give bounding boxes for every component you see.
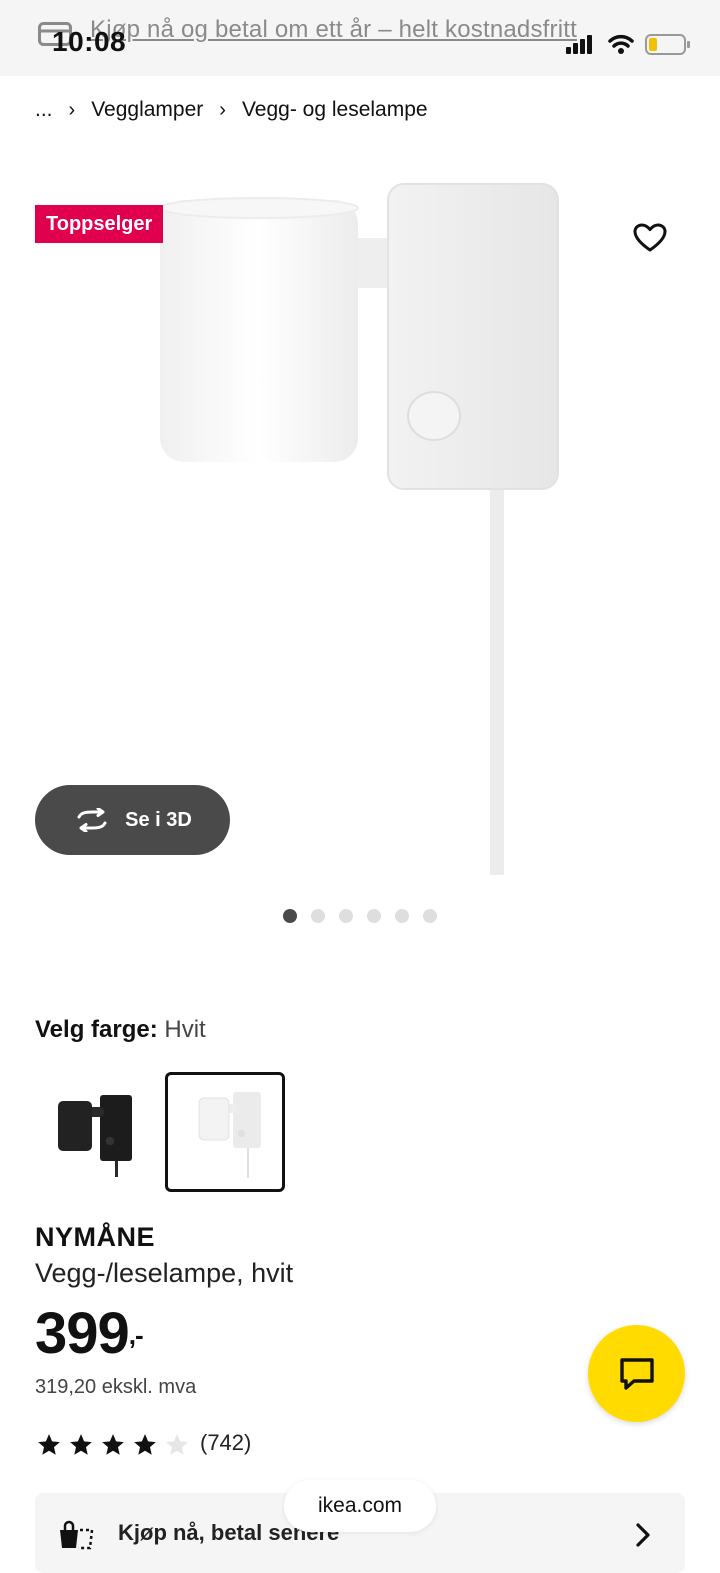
- star-empty-icon: [166, 1434, 188, 1455]
- star-filled-icon: [134, 1434, 156, 1455]
- shopping-bag-icon: [58, 1520, 94, 1550]
- color-label-text: Velg farge:: [35, 1016, 158, 1043]
- url-pill[interactable]: ikea.com: [284, 1480, 436, 1532]
- carousel-dot[interactable]: [367, 909, 381, 923]
- favorite-button[interactable]: [616, 204, 684, 272]
- breadcrumb-item-current[interactable]: Vegg- og leselampe: [242, 98, 428, 122]
- chevron-right-icon: [632, 1520, 656, 1550]
- star-filled-icon: [70, 1434, 92, 1455]
- carousel-dot[interactable]: [283, 909, 297, 923]
- signal-icon: [566, 35, 592, 54]
- star-filled-icon: [38, 1434, 60, 1455]
- chevron-right-icon: ›: [219, 98, 226, 121]
- product-image[interactable]: [0, 160, 720, 880]
- chevron-right-icon: ›: [68, 98, 76, 121]
- rotate-3d-icon: [77, 808, 107, 832]
- rating-stars[interactable]: [35, 1432, 191, 1458]
- status-time: 10:08: [52, 26, 127, 57]
- carousel-dot[interactable]: [311, 909, 325, 923]
- breadcrumb-ellipsis[interactable]: ...: [35, 98, 53, 122]
- price-ex-vat: 319,20 ekskl. mva: [35, 1376, 197, 1398]
- price-decimal: ,-: [128, 1320, 144, 1350]
- product-description: Vegg-/leselampe, hvit: [35, 1258, 294, 1288]
- carousel-dot[interactable]: [423, 909, 437, 923]
- breadcrumb: ... › Vegglamper › Vegg- og leselampe: [35, 98, 428, 122]
- breadcrumb-item-vegglamper[interactable]: Vegglamper: [91, 98, 203, 122]
- view-3d-button[interactable]: Se i 3D: [35, 785, 230, 855]
- battery-icon: [645, 34, 690, 55]
- carousel-dot[interactable]: [339, 909, 353, 923]
- chat-bubble-icon: [619, 1357, 654, 1390]
- color-swatch-black[interactable]: [37, 1074, 151, 1188]
- url-text: ikea.com: [317, 1494, 403, 1517]
- product-price: 399 ,-: [35, 1300, 144, 1367]
- color-select-label: Velg farge: Hvit: [35, 1016, 206, 1044]
- status-icons: [566, 30, 692, 58]
- carousel-dots: [283, 909, 437, 923]
- star-filled-icon: [102, 1434, 124, 1455]
- product-name: NYMÅNE: [35, 1222, 156, 1252]
- carousel-dot[interactable]: [395, 909, 409, 923]
- color-swatch-white[interactable]: [165, 1072, 285, 1192]
- price-main: 399: [35, 1301, 130, 1366]
- view-3d-label: Se i 3D: [125, 808, 192, 831]
- heart-icon: [633, 223, 667, 252]
- review-count[interactable]: (742): [200, 1430, 251, 1456]
- chat-button[interactable]: [588, 1325, 685, 1422]
- banner-link[interactable]: Kjøp nå og betal om ett år – helt kostna…: [90, 16, 577, 44]
- color-value: Hvit: [164, 1016, 206, 1043]
- wifi-icon: [608, 34, 634, 48]
- topseller-badge: Toppselger: [35, 205, 164, 243]
